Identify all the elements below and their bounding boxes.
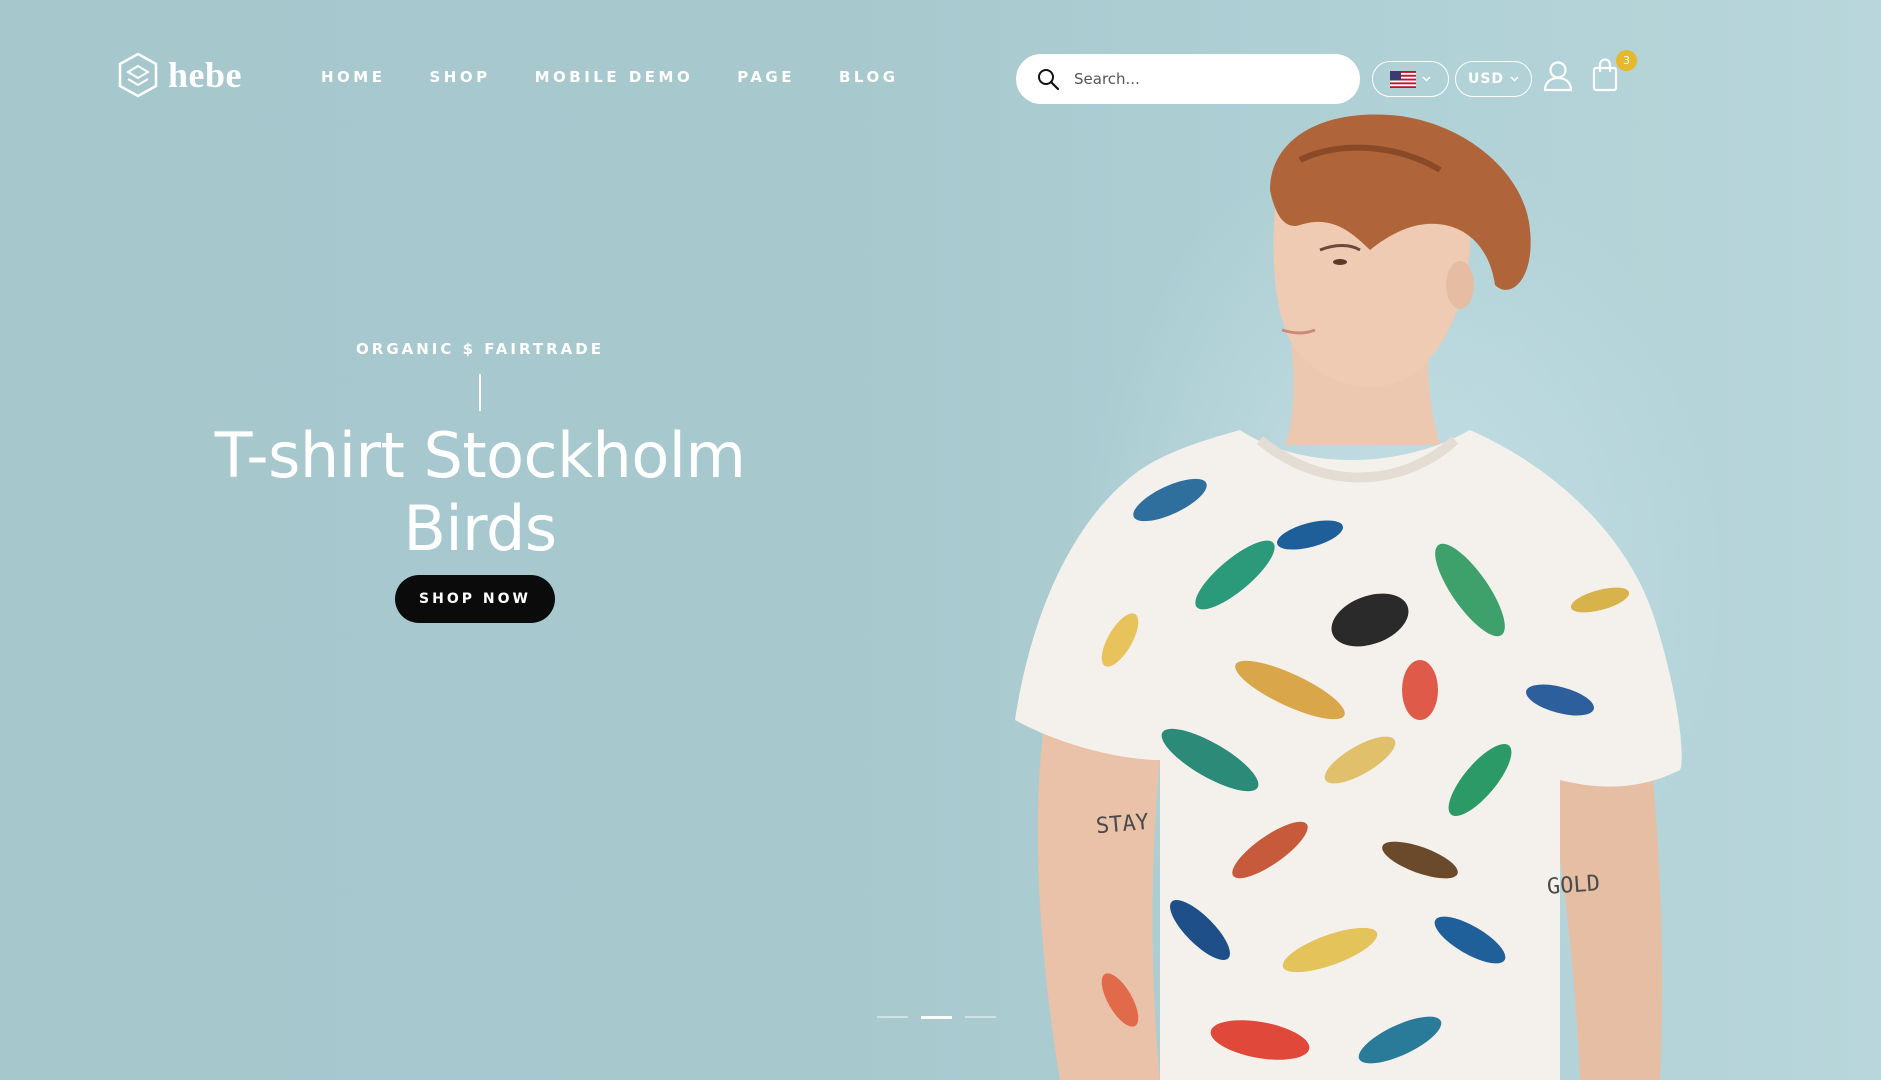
tattoo-right-text: GOLD [1546, 871, 1601, 900]
logo-icon [118, 52, 158, 98]
slider-dot-2[interactable] [921, 1016, 952, 1019]
cart-count-badge: 3 [1616, 50, 1637, 71]
search-bar[interactable] [1016, 54, 1360, 104]
slider-pagination [877, 1016, 996, 1019]
hero-content: ORGANIC $ FAIRTRADE T-shirt Stockholm Bi… [180, 340, 780, 623]
nav-home[interactable]: HOME [321, 68, 385, 86]
shopping-bag-icon[interactable] [1592, 58, 1618, 92]
hero-slider: STAY GOLD hebe HOME SHOP MOBILE DEMO PAG… [0, 0, 1881, 1080]
tattoo-left-text: STAY [1095, 809, 1150, 840]
nav-shop[interactable]: SHOP [429, 68, 490, 86]
user-icon[interactable] [1543, 60, 1573, 92]
currency-selector[interactable]: USD [1455, 61, 1532, 97]
currency-label: USD [1467, 71, 1505, 87]
hero-title: T-shirt Stockholm Birds [215, 419, 746, 565]
chevron-down-icon [1510, 76, 1519, 82]
hero-title-line2: Birds [403, 492, 557, 565]
nav-page[interactable]: PAGE [737, 68, 795, 86]
nav-blog[interactable]: BLOG [839, 68, 899, 86]
hero-eyebrow: ORGANIC $ FAIRTRADE [356, 340, 604, 358]
hero-title-line1: T-shirt Stockholm [214, 419, 746, 492]
search-icon[interactable] [1036, 67, 1060, 91]
search-input[interactable] [1074, 70, 1344, 88]
language-selector[interactable] [1372, 61, 1449, 97]
slider-dot-3[interactable] [965, 1016, 996, 1018]
nav-mobile-demo[interactable]: MOBILE DEMO [535, 68, 694, 86]
slider-dot-1[interactable] [877, 1016, 908, 1018]
logo[interactable]: hebe [118, 52, 242, 98]
main-nav: HOME SHOP MOBILE DEMO PAGE BLOG [321, 68, 943, 86]
hero-divider [479, 374, 481, 411]
chevron-down-icon [1422, 76, 1431, 82]
us-flag-icon [1390, 70, 1416, 88]
brand-name: hebe [168, 55, 242, 95]
site-header: hebe HOME SHOP MOBILE DEMO PAGE BLOG Sea… [0, 0, 1881, 160]
shop-now-button[interactable]: SHOP NOW [395, 575, 555, 623]
